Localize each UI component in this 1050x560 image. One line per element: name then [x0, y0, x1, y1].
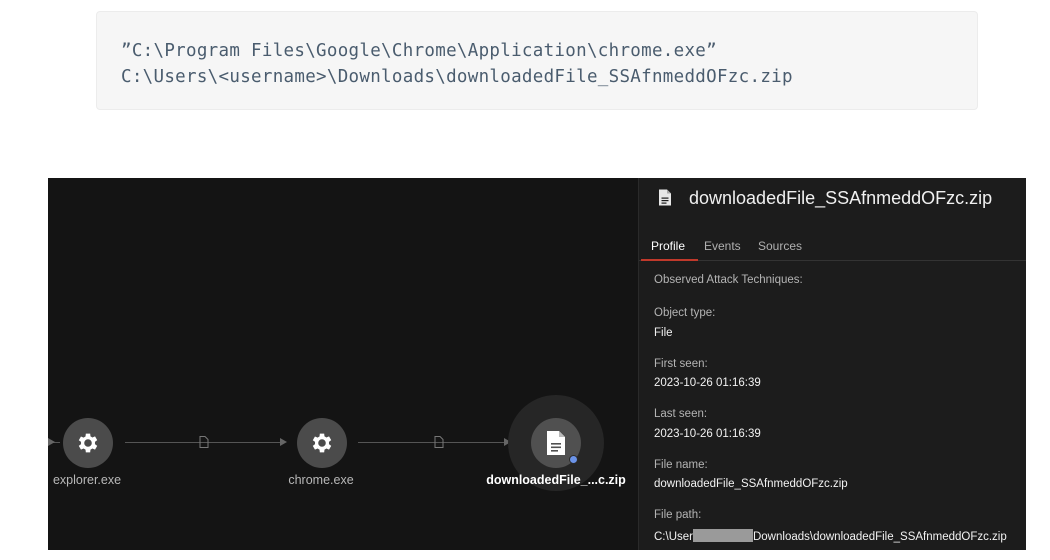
attack-techniques-label: Observed Attack Techniques:: [654, 274, 803, 286]
tab-events[interactable]: Events: [704, 239, 741, 253]
edge-file-icon-2: [432, 435, 446, 449]
tab-profile[interactable]: Profile: [651, 239, 685, 253]
edge-arrow: [48, 438, 55, 446]
file-icon: [547, 431, 565, 455]
code-line-1: ”C:\Program Files\Google\Chrome\Applicat…: [121, 41, 717, 61]
redacted-username-block: [692, 529, 753, 542]
file-path-prefix: C:\User: [654, 531, 693, 543]
edge-file-icon-1: [197, 435, 211, 449]
process-graph-screenshot: explorer.exe chrome.exe downloadedFile_.…: [48, 178, 1026, 550]
object-type-label: Object type:: [654, 307, 716, 319]
tab-sources[interactable]: Sources: [758, 239, 802, 253]
command-code-block: ”C:\Program Files\Google\Chrome\Applicat…: [96, 11, 978, 110]
panel-tabs: Profile Events Sources: [639, 236, 1026, 261]
file-name-label: File name:: [654, 459, 708, 471]
process-node-chrome[interactable]: [297, 418, 347, 468]
process-graph-canvas[interactable]: explorer.exe chrome.exe downloadedFile_.…: [48, 178, 638, 550]
file-path-value: C:\User Downloads\downloadedFile_SSAfnmed…: [654, 529, 1007, 543]
edge-arrow: [280, 438, 287, 446]
node-status-dot: [569, 455, 578, 464]
object-detail-panel: downloadedFile_SSAfnmeddOFzc.zip Profile…: [638, 178, 1026, 550]
process-node-explorer[interactable]: [63, 418, 113, 468]
node-label-chrome: chrome.exe: [288, 473, 354, 487]
file-path-label: File path:: [654, 509, 702, 521]
first-seen-value: 2023-10-26 01:16:39: [654, 377, 761, 389]
first-seen-label: First seen:: [654, 358, 708, 370]
file-icon: [659, 189, 671, 206]
file-icon: [199, 436, 209, 448]
gear-icon: [78, 433, 98, 453]
file-path-suffix: Downloads\downloadedFile_SSAfnmeddOFzc.z…: [752, 531, 1007, 543]
gear-icon: [312, 433, 332, 453]
code-line-2: C:\Users\<username>\Downloads\downloaded…: [121, 67, 793, 87]
file-name-value: downloadedFile_SSAfnmeddOFzc.zip: [654, 478, 848, 490]
active-tab-indicator: [641, 259, 698, 261]
panel-title: downloadedFile_SSAfnmeddOFzc.zip: [689, 188, 993, 208]
node-label-explorer: explorer.exe: [52, 473, 122, 487]
node-label-downloaded-file: downloadedFile_...c.zip: [486, 473, 626, 487]
last-seen-value: 2023-10-26 01:16:39: [654, 428, 761, 440]
file-icon: [434, 436, 444, 448]
last-seen-label: Last seen:: [654, 408, 708, 420]
object-type-value: File: [654, 327, 673, 339]
